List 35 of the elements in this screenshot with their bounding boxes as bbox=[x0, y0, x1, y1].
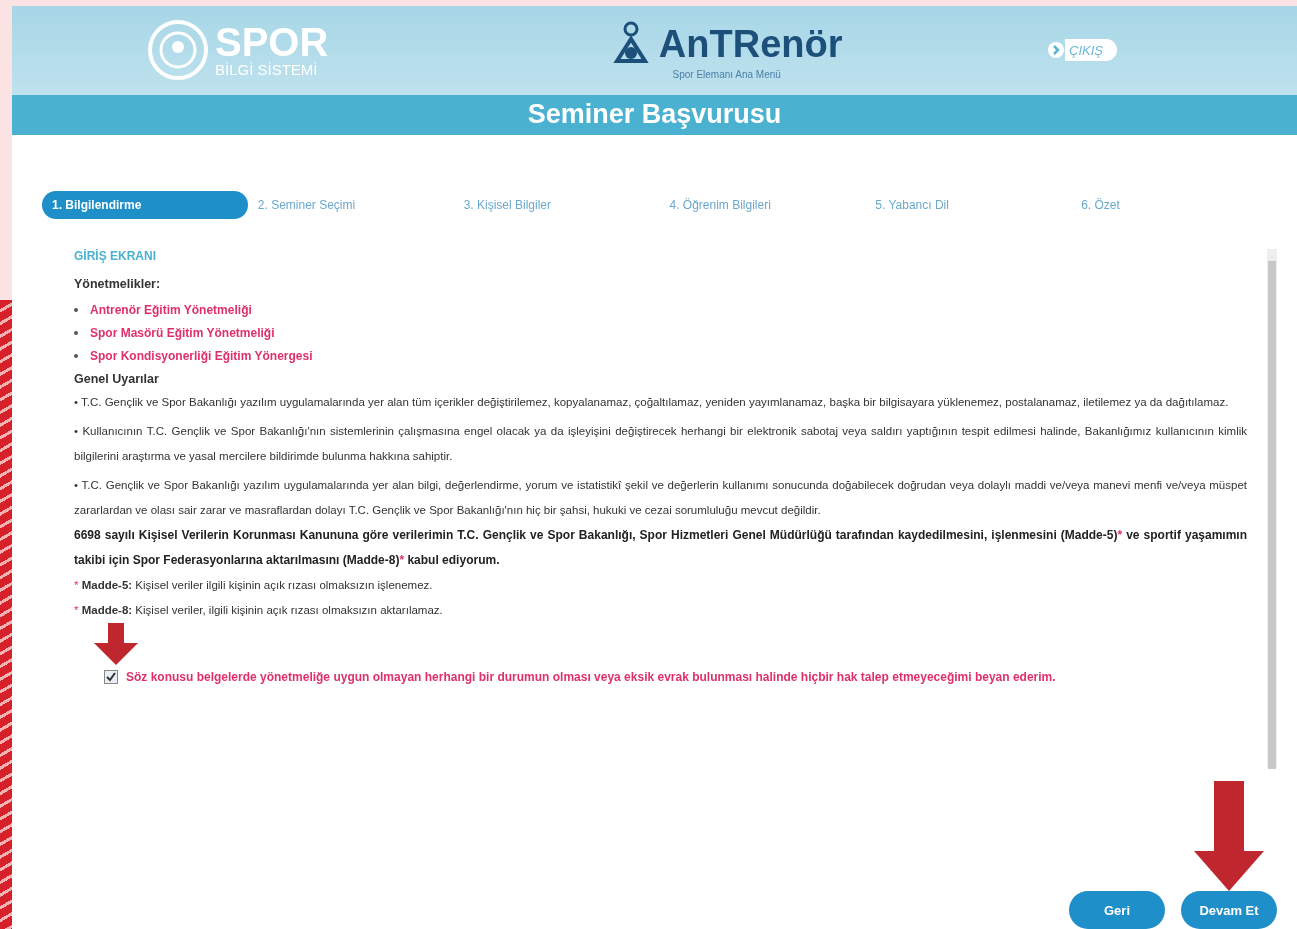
section-heading: GİRİŞ EKRANI bbox=[74, 249, 157, 263]
regulation-link[interactable]: Spor Kondisyonerliği Eğitim Yönergesi bbox=[90, 349, 313, 363]
bullet-icon bbox=[74, 308, 78, 312]
footnote: * Madde-5: Kişisel veriler ilgili kişinin açık rızası olmaksızın işlenemez. bbox=[74, 578, 434, 593]
warnings-heading: Genel Uyarılar bbox=[74, 372, 160, 386]
logo-subtitle: Spor Elemanı Ana Menü bbox=[672, 68, 781, 80]
checkbox[interactable] bbox=[104, 670, 118, 684]
warning-paragraph: • Kullanıcının T.C. Gençlik ve Spor Bakanlığı'nın sistemlerinin çalışmasına engel olacak ya da işleyişini değiştirecek herhangi bir elektronik sabotaj veya saldırı yaptığının tespit edilmesi halinde, Bakanlığımız kullanıcının kimlik bilgilerini araştırma ve yasal mercilere bildirimde bulunma hakkına sahiptir. bbox=[74, 424, 1247, 464]
nav-button[interactable]: Geri bbox=[1069, 891, 1165, 929]
consent-paragraph: 6698 sayılı Kişisel Verilerin Korunması Kanununa göre verilerimin T.C. Gençlik ve Spor Bakanlığı, Spor Hizmetleri Genel Müdürlüğü tarafından kaydedilmesini, işlenmesini (Madde-5)* ve sportif yaşamımın takibi için Spor Federasyonlarına aktarılmasını (Madde-8)* kabul ediyorum. bbox=[74, 527, 1247, 569]
regulation-link[interactable]: Spor Masörü Eğitim Yönetmeliği bbox=[90, 326, 275, 340]
step-tab[interactable]: 1. Bilgilendirme bbox=[42, 191, 248, 219]
footnote: * Madde-8: Kişisel veriler, ilgili kişinin açık rızası olmaksızın aktarılamaz. bbox=[74, 603, 444, 618]
bullet-icon bbox=[74, 354, 78, 358]
regulation-link[interactable]: Antrenör Eğitim Yönetmeliği bbox=[90, 303, 252, 317]
bullet-icon bbox=[74, 331, 78, 335]
scrollbar[interactable] bbox=[1267, 249, 1277, 769]
logo-title: AnTRenör bbox=[658, 23, 843, 67]
regulations-heading: Yönetmelikler: bbox=[74, 277, 162, 291]
exit-button[interactable]: ÇIKIŞ bbox=[1045, 39, 1117, 62]
step-tab[interactable]: 5. Yabancı Dil bbox=[865, 191, 1072, 219]
nav-button[interactable]: Devam Et bbox=[1181, 891, 1277, 929]
agreement-text: Söz konusu belgelerde yönetmeliğe uygun olmayan herhangi bir durumun olması veya eksik evrak bulunması halinde hiçbir hak talep etmeyeceğimi beyan ederim. bbox=[126, 669, 1056, 686]
logo-subtitle: BİLGİ SİSTEMİ bbox=[215, 62, 319, 79]
step-tab[interactable]: 3. Kişisel Bilgiler bbox=[453, 191, 660, 219]
page-title: Seminer Başvurusu bbox=[527, 99, 782, 131]
down-arrow-icon bbox=[94, 623, 138, 665]
logo-title: SPOR bbox=[215, 22, 329, 63]
step-tab[interactable]: 2. Seminer Seçimi bbox=[247, 191, 454, 219]
warning-paragraph: • T.C. Gençlik ve Spor Bakanlığı yazılım uygulamalarında yer alan tüm içerikler değiştirilemez, kopyalanamaz, çoğaltılamaz, yeniden yayımlanamaz, başka bir bilgisayara yüklenemez, postalanamaz, iletilemez ya da dağıtılamaz. bbox=[74, 395, 1230, 410]
step-tab[interactable]: 4. Öğrenim Bilgileri bbox=[659, 191, 866, 219]
emblem-icon bbox=[147, 19, 209, 82]
step-tab[interactable]: 6. Özet bbox=[1071, 191, 1277, 219]
down-arrow-icon bbox=[1194, 781, 1264, 891]
warning-paragraph: • T.C. Gençlik ve Spor Bakanlığı yazılım uygulamalarında yer alan bilgi, değerlendirme, yorum ve istatistikî şekil ve değerlerin kullanımı sonucunda doğabilecek doğrudan veya dolaylı maddi ve/veya manevi menfi ve/veya müspet zararlardan ve olası sair zarar ve masraflardan dolayı T.C. Gençlik ve Spor Bakanlığı'nın hiç bir şahsi, hukuki ve cezai sorumluluğu mevcut değildir. bbox=[74, 478, 1247, 518]
